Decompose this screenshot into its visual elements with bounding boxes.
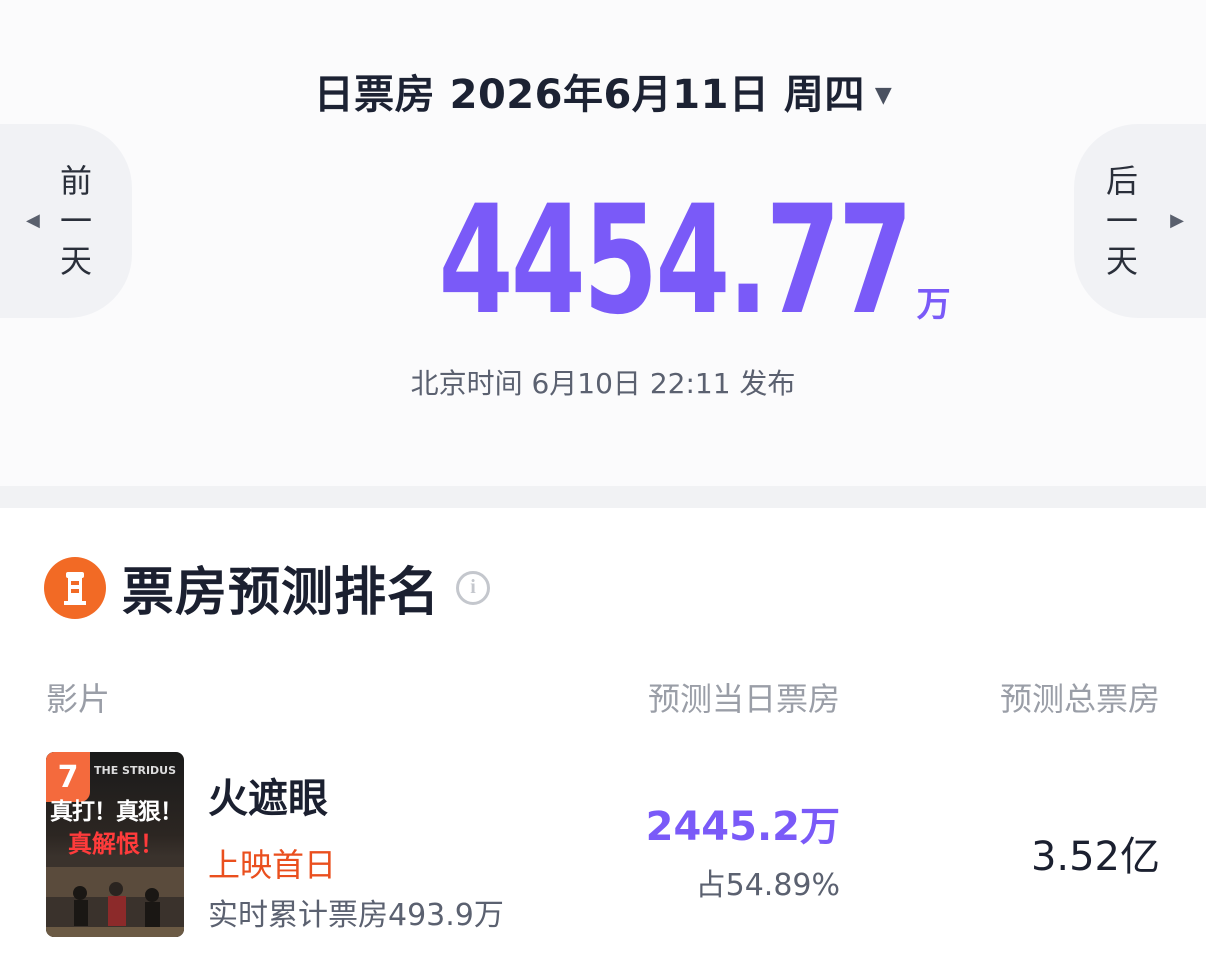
day-forecast-share: 占54.89%	[695, 868, 840, 903]
section-title: 票房预测排名	[122, 563, 441, 623]
column-header-day-forecast: 预测当日票房	[647, 680, 840, 718]
day-forecast-value: 2445.2万	[645, 804, 840, 850]
column-header-film: 影片	[46, 680, 111, 718]
date-title[interactable]: 日票房 2026年6月11日 周四	[314, 72, 865, 118]
column-header-total-forecast: 预测总票房	[999, 680, 1160, 718]
poster-figures-image	[46, 857, 184, 937]
realtime-cumulative: 实时累计票房493.9万	[208, 898, 504, 933]
section-header: 票房预测排名 i	[44, 550, 491, 625]
section-divider	[0, 486, 1206, 508]
film-poster[interactable]: 7 THE STRIDUS 真打！真狠！ 真解恨！	[46, 752, 184, 937]
date-selector[interactable]: 日票房 2026年6月11日 周四 ▼	[0, 62, 1206, 120]
poster-title: THE STRIDUS	[94, 764, 177, 777]
total-box-office-value: 4454.77	[438, 174, 914, 348]
info-icon[interactable]: i	[456, 570, 491, 605]
poster-slogan: 真解恨！	[68, 830, 164, 858]
release-tag: 上映首日	[208, 846, 337, 884]
lighthouse-icon	[44, 556, 106, 619]
dropdown-caret-icon[interactable]: ▼	[875, 83, 892, 108]
release-time: 北京时间 6月10日 22:11 发布	[410, 367, 796, 400]
total-box-office-unit: 万	[916, 285, 951, 325]
forecast-ranking-section: 票房预测排名 i 影片 预测当日票房 预测总票房 7 THE STRIDUS 真…	[0, 508, 1206, 967]
total-box-office: 4454.77 万	[0, 186, 1206, 336]
poster-slogan: 真打！真狠！	[50, 799, 183, 825]
daily-box-office-header: 日票房 2026年6月11日 周四 ▼ ◀ 前 一 天 后 一 天 ▶ 4454.…	[0, 0, 1206, 486]
total-forecast-value: 3.52亿	[1030, 834, 1160, 880]
film-row[interactable]: 7 THE STRIDUS 真打！真狠！ 真解恨！ 火遮眼 上映首日 实时累计票…	[0, 752, 1206, 940]
film-title[interactable]: 火遮眼	[208, 766, 328, 824]
